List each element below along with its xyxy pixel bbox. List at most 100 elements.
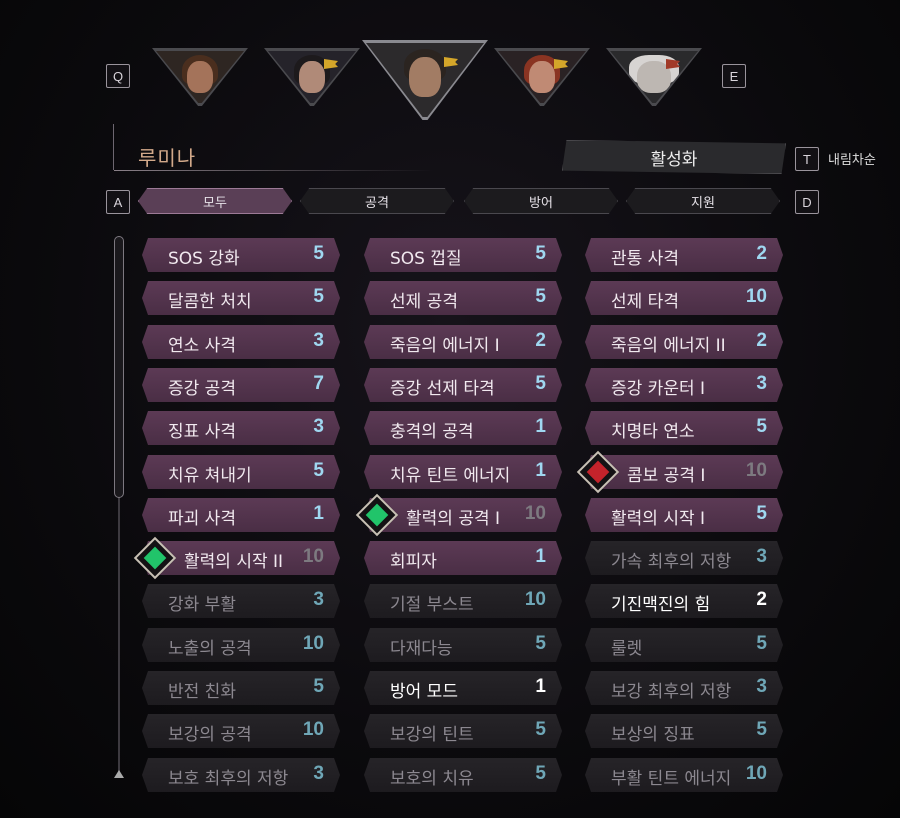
- skill-level: 10: [745, 460, 767, 481]
- skill-card[interactable]: 치유 쳐내기 5: [142, 455, 340, 489]
- skill-level: 5: [535, 243, 546, 264]
- tab-defense[interactable]: 방어: [464, 188, 618, 214]
- portrait-face: [409, 57, 441, 97]
- skill-name: 충격의 공격: [390, 422, 474, 442]
- skill-name: 치유 쳐내기: [168, 466, 252, 486]
- scrollbar-thumb[interactable]: [114, 236, 124, 498]
- skill-level: 5: [535, 373, 546, 394]
- banner-flag-icon: [444, 57, 458, 67]
- skill-card[interactable]: 다재다능 5: [364, 628, 562, 662]
- skill-name: 콤보 공격 I: [627, 466, 706, 486]
- prev-character-key[interactable]: Q: [106, 64, 130, 88]
- skill-card[interactable]: 파괴 사격 1: [142, 498, 340, 532]
- skill-card[interactable]: 강화 부활 3: [142, 584, 340, 618]
- character-portrait-2[interactable]: [264, 48, 360, 106]
- skill-name: 달콤한 처치: [168, 292, 252, 312]
- skill-name: 다재다능: [390, 639, 453, 659]
- skill-card[interactable]: 회피자 1: [364, 541, 562, 575]
- skill-level: 5: [535, 286, 546, 307]
- tab-attack[interactable]: 공격: [300, 188, 454, 214]
- activate-button[interactable]: 활성화: [562, 140, 786, 174]
- skill-card[interactable]: 보호의 치유 5: [364, 758, 562, 792]
- skill-card[interactable]: 보강의 공격 10: [142, 714, 340, 748]
- next-character-key[interactable]: E: [722, 64, 746, 88]
- skill-name: 증강 공격: [168, 379, 236, 399]
- skill-card[interactable]: 보강 최후의 저항 3: [585, 671, 783, 705]
- skill-level: 3: [756, 676, 767, 697]
- skill-card[interactable]: 증강 카운터 I 3: [585, 368, 783, 402]
- skill-card[interactable]: 기진맥진의 힘 2: [585, 584, 783, 618]
- skill-name: 룰렛: [611, 639, 643, 659]
- skill-name: 기진맥진의 힘: [611, 595, 711, 615]
- skill-name: 회피자: [390, 552, 437, 572]
- skill-card[interactable]: SOS 껍질 5: [364, 238, 562, 272]
- portrait-face: [529, 61, 555, 93]
- skill-name: 증강 선제 타격: [390, 379, 495, 399]
- skill-name: 증강 카운터 I: [611, 379, 706, 399]
- sort-key[interactable]: T: [795, 147, 819, 171]
- skill-card[interactable]: 룰렛 5: [585, 628, 783, 662]
- skill-card[interactable]: 선제 공격 5: [364, 281, 562, 315]
- skill-name: 부활 틴트 에너지: [611, 769, 732, 789]
- skill-card[interactable]: 연소 사격 3: [142, 325, 340, 359]
- skill-card[interactable]: 죽음의 에너지 II 2: [585, 325, 783, 359]
- skill-card[interactable]: 증강 선제 타격 5: [364, 368, 562, 402]
- skill-card[interactable]: SOS 강화 5: [142, 238, 340, 272]
- skill-level: 3: [756, 373, 767, 394]
- gem-core: [586, 460, 610, 484]
- skill-level: 3: [313, 763, 324, 784]
- skill-card[interactable]: 보호 최후의 저항 3: [142, 758, 340, 792]
- skill-level: 3: [313, 589, 324, 610]
- skill-card[interactable]: 보상의 징표 5: [585, 714, 783, 748]
- skill-card[interactable]: 가속 최후의 저항 3: [585, 541, 783, 575]
- prev-tab-key[interactable]: A: [106, 190, 130, 214]
- skill-card[interactable]: 반전 친화 5: [142, 671, 340, 705]
- skill-card[interactable]: 활력의 시작 I 5: [585, 498, 783, 532]
- skill-level: 5: [313, 676, 324, 697]
- skill-level: 2: [535, 330, 546, 351]
- skill-level: 2: [756, 243, 767, 264]
- skill-card[interactable]: 징표 사격 3: [142, 411, 340, 445]
- skill-card[interactable]: 관통 사격 2: [585, 238, 783, 272]
- character-portrait-5[interactable]: [606, 48, 702, 106]
- banner-flag-icon: [324, 59, 338, 69]
- skill-name: 보호 최후의 저항: [168, 769, 289, 789]
- skill-level: 3: [313, 416, 324, 437]
- sort-order-label[interactable]: 내림차순: [828, 149, 876, 168]
- tab-support[interactable]: 지원: [626, 188, 780, 214]
- skill-name: 보강의 공격: [168, 725, 252, 745]
- gem-core: [365, 503, 389, 527]
- skill-level: 5: [756, 416, 767, 437]
- skill-level: 5: [535, 633, 546, 654]
- skill-card[interactable]: 부활 틴트 에너지 10: [585, 758, 783, 792]
- gem-core: [143, 546, 167, 570]
- skill-name: 선제 타격: [611, 292, 679, 312]
- skill-level: 3: [313, 330, 324, 351]
- skill-name: 죽음의 에너지 II: [611, 336, 726, 356]
- skill-name: 보강의 틴트: [390, 725, 474, 745]
- skill-card[interactable]: 증강 공격 7: [142, 368, 340, 402]
- skill-name: 반전 친화: [168, 682, 236, 702]
- skill-card[interactable]: 방어 모드 1: [364, 671, 562, 705]
- skill-card[interactable]: 충격의 공격 1: [364, 411, 562, 445]
- skill-card[interactable]: 기절 부스트 10: [364, 584, 562, 618]
- character-portrait-4[interactable]: [494, 48, 590, 106]
- skill-card[interactable]: 보강의 틴트 5: [364, 714, 562, 748]
- scroll-down-arrow-icon[interactable]: [114, 770, 124, 778]
- character-portrait-3-selected[interactable]: [362, 40, 488, 120]
- skill-card[interactable]: 죽음의 에너지 I 2: [364, 325, 562, 359]
- skill-level: 5: [756, 633, 767, 654]
- skill-card[interactable]: 선제 타격 10: [585, 281, 783, 315]
- skill-card[interactable]: 달콤한 처치 5: [142, 281, 340, 315]
- skill-card[interactable]: 치명타 연소 5: [585, 411, 783, 445]
- skill-level: 7: [313, 373, 324, 394]
- next-tab-key[interactable]: D: [795, 190, 819, 214]
- character-portrait-1[interactable]: [152, 48, 248, 106]
- skill-name: 강화 부활: [168, 595, 236, 615]
- tab-all[interactable]: 모두: [138, 188, 292, 214]
- skill-name: 기절 부스트: [390, 595, 474, 615]
- skill-name: 노출의 공격: [168, 639, 252, 659]
- skill-card[interactable]: 노출의 공격 10: [142, 628, 340, 662]
- skill-level: 5: [756, 719, 767, 740]
- skill-card[interactable]: 치유 틴트 에너지 1: [364, 455, 562, 489]
